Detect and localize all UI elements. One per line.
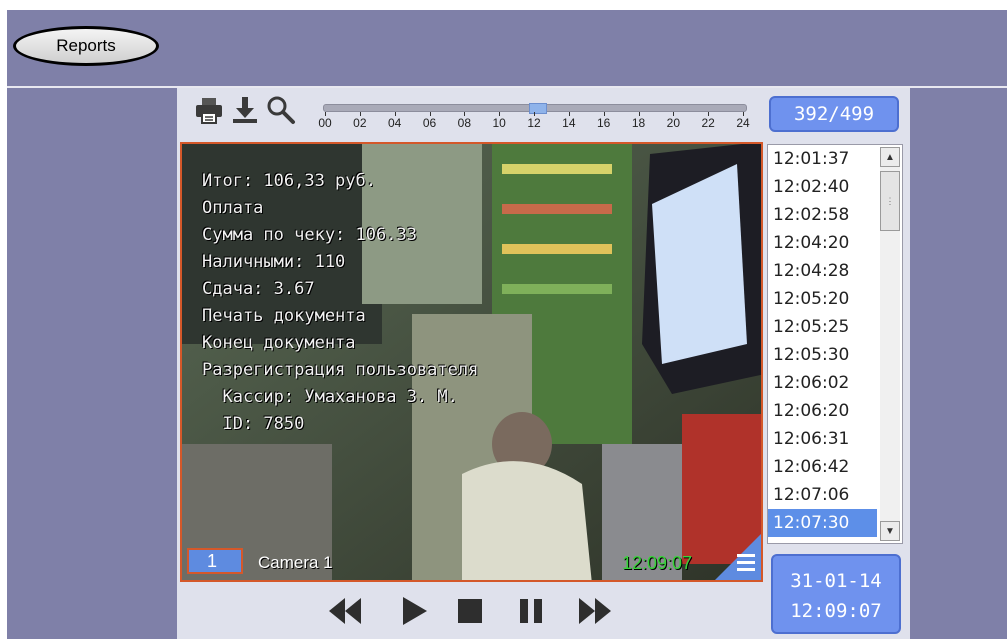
osd-line: Итог: 106,33 руб.: [202, 171, 376, 191]
frame-counter: 392/499: [769, 96, 899, 132]
time-list-item[interactable]: 12:06:42: [768, 453, 877, 481]
time-list-item[interactable]: 12:06:02: [768, 369, 877, 397]
timeline-tick-label: 04: [387, 116, 402, 130]
timeline-tick-label: 12: [527, 116, 541, 130]
osd-line: Печать документа: [202, 306, 366, 326]
time-list-item[interactable]: 12:05:20: [768, 285, 877, 313]
video-frame[interactable]: Итог: 106,33 руб. Оплата Сумма по чеку: …: [180, 142, 763, 582]
camera-timestamp: 12:09:07: [622, 553, 693, 573]
pause-icon[interactable]: [517, 594, 545, 628]
time-list-item[interactable]: 12:04:28: [768, 257, 877, 285]
fast-forward-icon[interactable]: [575, 594, 615, 628]
top-panel: Reports: [7, 10, 1007, 88]
timeline-tick-label: 02: [353, 116, 367, 130]
time-list-item[interactable]: 12:05:25: [768, 313, 877, 341]
search-icon[interactable]: [265, 94, 297, 126]
date-value: 31-01-14: [790, 570, 882, 592]
timeline-tick-label: 24: [736, 116, 750, 130]
timeline-tick-label: 14: [562, 116, 576, 130]
osd-line: ID: 7850: [202, 414, 305, 434]
video-player: 00 02 04 06 08 10 12 14 16 18 20 22 24 392/499: [177, 88, 910, 639]
print-icon[interactable]: [193, 94, 225, 126]
event-time-list[interactable]: 12:01:37 12:02:40 12:02:58 12:04:20 12:04:28…: [767, 144, 903, 544]
osd-line: Сдача: 3.67: [202, 279, 315, 299]
camera-name: Camera 1: [258, 553, 333, 572]
stop-icon[interactable]: [455, 594, 485, 628]
time-list-item[interactable]: 12:05:30: [768, 341, 877, 369]
timeline-tick-label: 10: [492, 116, 506, 130]
timeline-thumb[interactable]: [529, 103, 547, 114]
timeline-tick-label: 20: [666, 116, 680, 130]
play-icon[interactable]: [399, 594, 429, 628]
osd-line: Оплата: [202, 198, 264, 218]
time-value: 12:09:07: [790, 600, 882, 622]
main-area: 00 02 04 06 08 10 12 14 16 18 20 22 24 392/499: [7, 88, 1007, 639]
time-list-item[interactable]: 12:06:20: [768, 397, 877, 425]
timeline-tick-label: 18: [631, 116, 646, 130]
receipt-overlay: Итог: 106,33 руб. Оплата Сумма по чеку: …: [202, 168, 478, 438]
reports-button[interactable]: Reports: [13, 26, 159, 66]
time-list-item[interactable]: 12:07:06: [768, 481, 877, 509]
date-time-display: 31-01-14 12:09:07: [771, 554, 901, 634]
time-list-item[interactable]: 12:06:31: [768, 425, 877, 453]
osd-line: Сумма по чеку: 106.33: [202, 225, 417, 245]
time-list-item[interactable]: 12:10:00: [768, 537, 877, 543]
timeline-tick-label: 08: [457, 116, 471, 130]
scroll-thumb[interactable]: ⋮: [880, 171, 900, 231]
timeline-tick-label: 16: [596, 116, 611, 130]
download-icon[interactable]: [229, 94, 261, 126]
osd-line: Кассир: Умаханова З. М.: [202, 387, 458, 407]
time-list-item[interactable]: 12:04:20: [768, 229, 877, 257]
scroll-down-button[interactable]: ▼: [880, 521, 900, 541]
osd-line: Разрегистрация пользователя: [202, 360, 479, 380]
rewind-icon[interactable]: [325, 594, 365, 628]
time-list-item[interactable]: 12:02:40: [768, 173, 877, 201]
menu-icon[interactable]: [715, 534, 761, 580]
timeline-tick-label: 06: [422, 116, 437, 130]
timeline-slider[interactable]: [323, 103, 747, 114]
osd-line: Наличными: 110: [202, 252, 346, 272]
window: Reports 00 02 04 06 08 10 12 14 16 18 20…: [0, 0, 1007, 639]
osd-line: Конец документа: [202, 333, 356, 353]
scrollbar[interactable]: ▲ ⋮ ▼: [880, 147, 900, 541]
camera-number: 1: [187, 548, 243, 574]
time-list-item[interactable]: 12:02:58: [768, 201, 877, 229]
time-list-item[interactable]: 12:01:37: [768, 145, 877, 173]
timeline-tick-label: 00: [318, 116, 332, 130]
timeline-tick-label: 22: [701, 116, 715, 130]
time-list-item[interactable]: 12:07:30: [768, 509, 877, 537]
scroll-up-button[interactable]: ▲: [880, 147, 900, 167]
